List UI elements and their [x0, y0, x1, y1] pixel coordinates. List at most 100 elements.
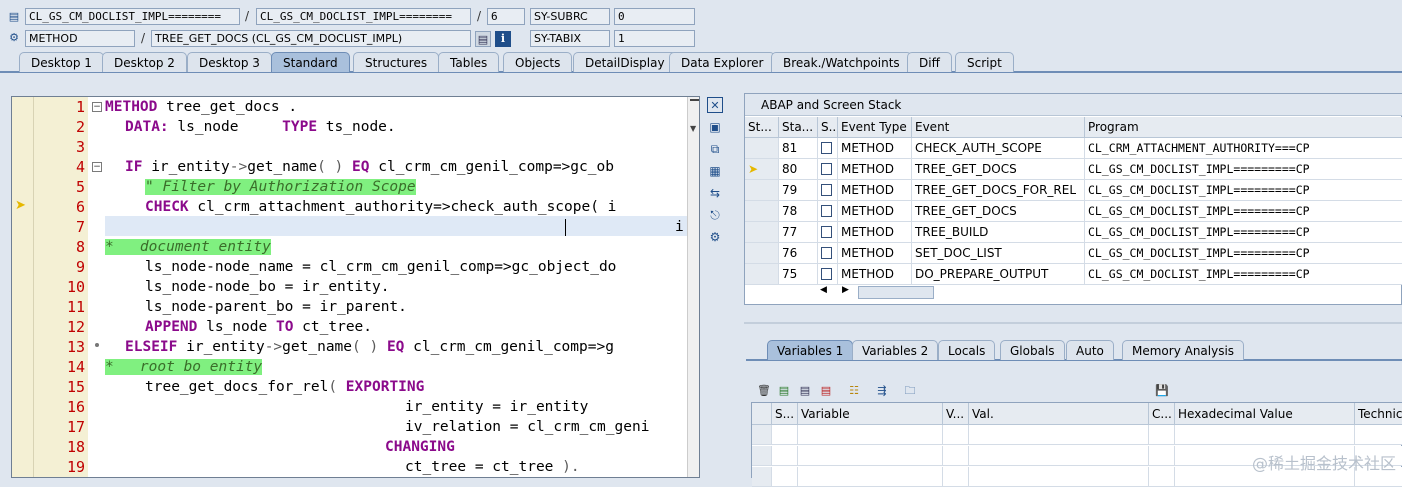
- row-selector[interactable]: [752, 425, 772, 445]
- tab-breakpoints[interactable]: Break./Watchpoints: [771, 52, 912, 72]
- source-code-icon[interactable]: [821, 162, 832, 175]
- variable-cell[interactable]: [772, 446, 798, 466]
- new-tool-icon[interactable]: ▣: [707, 119, 723, 135]
- transfer-icon[interactable]: ⇶: [874, 383, 890, 399]
- sy-subrc-value[interactable]: 0: [614, 8, 695, 25]
- event-type-field[interactable]: METHOD: [25, 30, 135, 47]
- folder-icon[interactable]: 🗀: [902, 383, 918, 399]
- delete-icon[interactable]: 🗑: [756, 383, 772, 399]
- stack-col-header[interactable]: St...: [745, 117, 779, 138]
- remove-row-icon[interactable]: ▤: [818, 383, 834, 399]
- stack-program: CL_GS_CM_DOCLIST_IMPL=========CP: [1085, 222, 1402, 243]
- scroll-down-icon[interactable]: ▼: [690, 125, 696, 133]
- variable-cell[interactable]: [969, 446, 1149, 466]
- resize-icon[interactable]: ⇆: [707, 185, 723, 201]
- scroll-right-icon[interactable]: ▶: [842, 285, 849, 295]
- source-code-icon[interactable]: [821, 183, 832, 196]
- variable-cell[interactable]: [1149, 425, 1175, 445]
- tab-memory-analysis[interactable]: Memory Analysis: [1122, 340, 1245, 360]
- source-code-icon[interactable]: [821, 225, 832, 238]
- source-code-icon[interactable]: [821, 267, 832, 280]
- scroll-up-icon[interactable]: [690, 99, 699, 104]
- fold-toggle-icon[interactable]: −: [92, 162, 102, 172]
- scroll-thumb[interactable]: [858, 286, 934, 299]
- swap-tool-icon[interactable]: ⧉: [707, 141, 723, 157]
- stack-col-header[interactable]: Event Type: [838, 117, 912, 138]
- breakpoint-gutter[interactable]: ➤: [12, 97, 34, 477]
- tab-desktop-2[interactable]: Desktop 2: [102, 52, 187, 72]
- append-row-icon[interactable]: ▤: [797, 383, 813, 399]
- tab-desktop-3[interactable]: Desktop 3: [187, 52, 272, 72]
- source-code-icon[interactable]: [821, 204, 832, 217]
- variable-cell[interactable]: [772, 425, 798, 445]
- tab-locals[interactable]: Locals: [938, 340, 996, 360]
- stack-col-header[interactable]: Event: [912, 117, 1085, 138]
- panel-divider[interactable]: [744, 322, 1402, 324]
- stack-col-header[interactable]: S...: [818, 117, 838, 138]
- vars-col-header[interactable]: Variable: [798, 403, 943, 425]
- maximize-icon[interactable]: ▦: [707, 163, 723, 179]
- tab-data-explorer[interactable]: Data Explorer: [669, 52, 776, 72]
- tab-tables[interactable]: Tables: [438, 52, 500, 72]
- variable-cell[interactable]: [1175, 425, 1355, 445]
- stack-row-marker: [745, 201, 779, 222]
- tab-objects[interactable]: Objects: [503, 52, 573, 72]
- stack-source-cell: [818, 201, 838, 222]
- stack-event: TREE_GET_DOCS_FOR_REL: [912, 180, 1085, 201]
- insert-row-icon[interactable]: ▤: [776, 383, 792, 399]
- variable-cell[interactable]: [772, 467, 798, 487]
- stack-col-header[interactable]: Program: [1085, 117, 1402, 138]
- tab-globals[interactable]: Globals: [1000, 340, 1065, 360]
- row-selector[interactable]: [752, 446, 772, 466]
- hierarchy-icon[interactable]: ☷: [846, 383, 862, 399]
- line-number-field[interactable]: 6: [487, 8, 525, 25]
- variable-cell[interactable]: [1355, 425, 1402, 445]
- program-field-2[interactable]: CL_GS_CM_DOCLIST_IMPL========: [256, 8, 471, 25]
- fold-toggle-icon[interactable]: −: [92, 102, 102, 112]
- row-selector[interactable]: [752, 467, 772, 487]
- variable-cell[interactable]: [943, 425, 969, 445]
- tab-script[interactable]: Script: [955, 52, 1014, 72]
- tab-variables-2[interactable]: Variables 2: [852, 340, 939, 360]
- source-code-icon[interactable]: [821, 141, 832, 154]
- variable-cell[interactable]: [943, 467, 969, 487]
- editor-scrollbar[interactable]: ▼: [687, 97, 699, 477]
- variable-cell[interactable]: [798, 425, 943, 445]
- stack-col-header[interactable]: Sta...: [779, 117, 818, 138]
- variable-cell[interactable]: [1149, 467, 1175, 487]
- save-icon[interactable]: 💾: [1154, 383, 1170, 399]
- settings-icon[interactable]: ⚙: [707, 229, 723, 245]
- code-area[interactable]: METHOD tree_get_docs . DATA: ls_node TYP…: [105, 97, 687, 477]
- service-icon[interactable]: ⎋: [707, 207, 723, 223]
- scroll-left-icon[interactable]: ◀: [820, 285, 827, 295]
- variable-cell[interactable]: [798, 446, 943, 466]
- variable-cell[interactable]: [969, 425, 1149, 445]
- tab-standard[interactable]: Standard: [271, 52, 350, 72]
- vars-col-header[interactable]: S...: [772, 403, 798, 425]
- info-icon[interactable]: i: [495, 31, 511, 47]
- vars-col-header[interactable]: Val.: [969, 403, 1149, 425]
- vars-col-header[interactable]: [752, 403, 772, 425]
- tab-structures[interactable]: Structures: [353, 52, 440, 72]
- variable-cell[interactable]: [798, 467, 943, 487]
- variable-cell[interactable]: [969, 467, 1149, 487]
- source-code-icon[interactable]: [821, 246, 832, 259]
- tab-auto[interactable]: Auto: [1066, 340, 1114, 360]
- tab-diff[interactable]: Diff: [907, 52, 952, 72]
- sy-tabix-value[interactable]: 1: [614, 30, 695, 47]
- program-field-1[interactable]: CL_GS_CM_DOCLIST_IMPL========: [25, 8, 240, 25]
- variable-cell[interactable]: [1149, 446, 1175, 466]
- tab-variables-1[interactable]: Variables 1: [767, 340, 854, 360]
- horizontal-scrollbar[interactable]: ◀ ▶: [820, 285, 1030, 299]
- close-icon[interactable]: ✕: [707, 97, 723, 113]
- vars-col-header[interactable]: V...: [943, 403, 969, 425]
- vars-col-header[interactable]: C...: [1149, 403, 1175, 425]
- variable-cell[interactable]: [943, 446, 969, 466]
- tab-detaildisplay[interactable]: DetailDisplay: [573, 52, 677, 72]
- event-name-field[interactable]: TREE_GET_DOCS (CL_GS_CM_DOCLIST_IMPL): [151, 30, 471, 47]
- vars-col-header[interactable]: Technica: [1355, 403, 1402, 425]
- tab-desktop-1[interactable]: Desktop 1: [19, 52, 104, 72]
- vars-col-header[interactable]: Hexadecimal Value: [1175, 403, 1355, 425]
- where-used-icon[interactable]: ▤: [475, 31, 491, 47]
- source-code-editor[interactable]: ➤ 1 2 3 4 5 6 7 8 9 10 11 12 13 14 15 16 17 18 19 − − METH…: [11, 96, 700, 478]
